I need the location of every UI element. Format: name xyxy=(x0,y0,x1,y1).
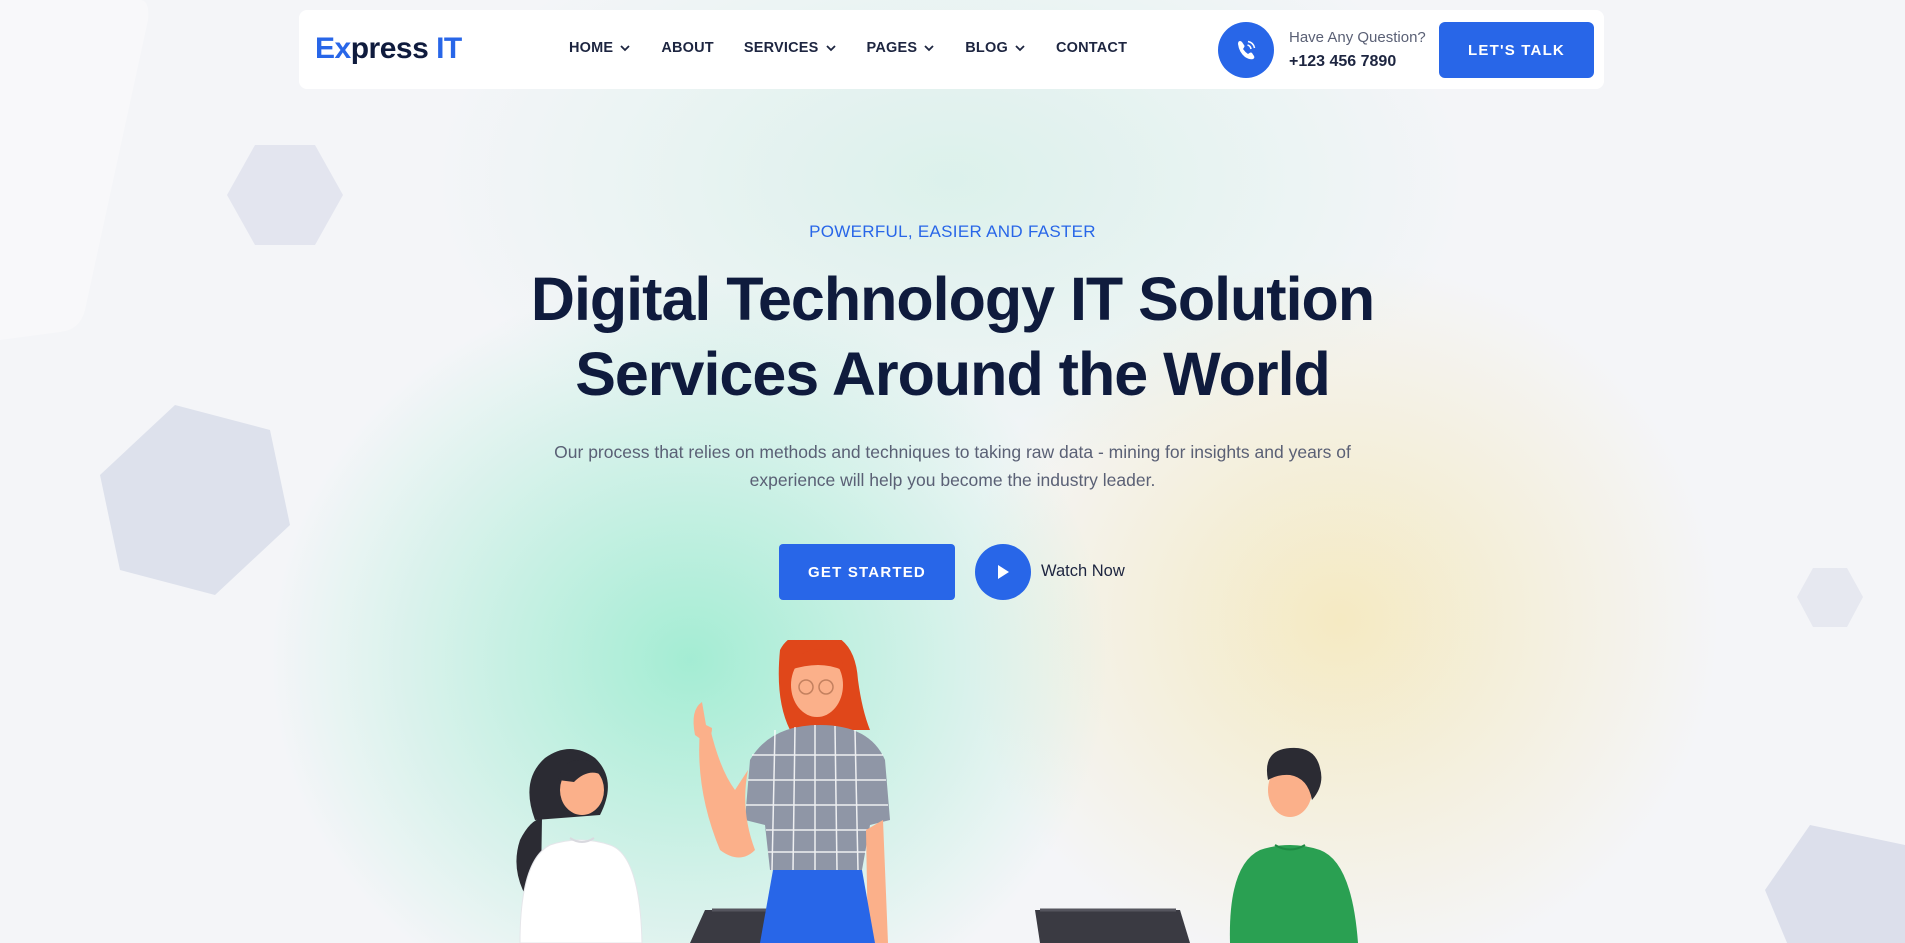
nav-item-home[interactable]: HOME xyxy=(569,40,631,56)
nav-label: ABOUT xyxy=(661,40,714,56)
man-right-figure xyxy=(1229,747,1358,943)
logo-part-it: IT xyxy=(436,32,462,65)
chevron-down-icon xyxy=(924,45,934,52)
contact-phone-number[interactable]: +123 456 7890 xyxy=(1289,53,1396,71)
nav-item-about[interactable]: ABOUT xyxy=(661,40,714,56)
phone-call-icon xyxy=(1238,40,1256,60)
chevron-down-icon xyxy=(620,45,630,52)
nav-item-pages[interactable]: PAGES xyxy=(867,40,936,56)
lets-talk-button[interactable]: LET'S TALK xyxy=(1439,22,1594,78)
play-video-button[interactable] xyxy=(975,544,1031,600)
phone-call-button[interactable] xyxy=(1218,22,1274,78)
nav-label: CONTACT xyxy=(1055,40,1128,56)
hero-description-line-2: experience will help you become the indu… xyxy=(749,470,1156,490)
get-started-button[interactable]: GET STARTED xyxy=(779,544,955,600)
nav-item-blog[interactable]: BLOG xyxy=(965,40,1026,56)
decorative-hexagon-left xyxy=(100,405,290,595)
hero-title: Digital Technology IT Solution Services … xyxy=(0,262,1905,412)
nav-label: HOME xyxy=(569,40,614,56)
nav-label: SERVICES xyxy=(743,40,819,56)
nav-item-services[interactable]: SERVICES xyxy=(744,40,837,56)
nav-label: PAGES xyxy=(866,40,918,56)
woman-center-figure xyxy=(693,640,890,943)
hero-title-line-1: Digital Technology IT Solution xyxy=(530,265,1375,333)
contact-question: Have Any Question? xyxy=(1289,29,1426,46)
decorative-hexagon-right xyxy=(1797,568,1863,627)
decorative-hexagon-bottom-right xyxy=(1765,825,1905,943)
play-icon xyxy=(998,565,1009,579)
nav-label: BLOG xyxy=(965,40,1008,56)
site-header: Express IT HOME ABOUT SERVICES PAGES BLO… xyxy=(299,10,1604,89)
logo[interactable]: Express IT xyxy=(315,32,462,66)
hero-description: Our process that relies on methods and t… xyxy=(525,438,1380,494)
nav-item-contact[interactable]: CONTACT xyxy=(1056,40,1127,56)
hero-title-line-2: Services Around the World xyxy=(575,340,1331,408)
chevron-down-icon xyxy=(825,45,836,52)
watch-now-link[interactable]: Watch Now xyxy=(1041,562,1125,581)
laptop-right xyxy=(1035,908,1190,943)
logo-part-ex: Ex xyxy=(315,32,351,65)
woman-left-figure xyxy=(516,749,643,943)
main-nav: HOME ABOUT SERVICES PAGES BLOG CONTACT xyxy=(569,40,1157,56)
team-illustration xyxy=(516,640,1358,943)
chevron-down-icon xyxy=(1015,45,1025,52)
logo-part-press: press xyxy=(350,32,437,65)
hero-eyebrow: POWERFUL, EASIER AND FASTER xyxy=(809,222,1096,241)
hero-description-line-1: Our process that relies on methods and t… xyxy=(554,442,1351,462)
